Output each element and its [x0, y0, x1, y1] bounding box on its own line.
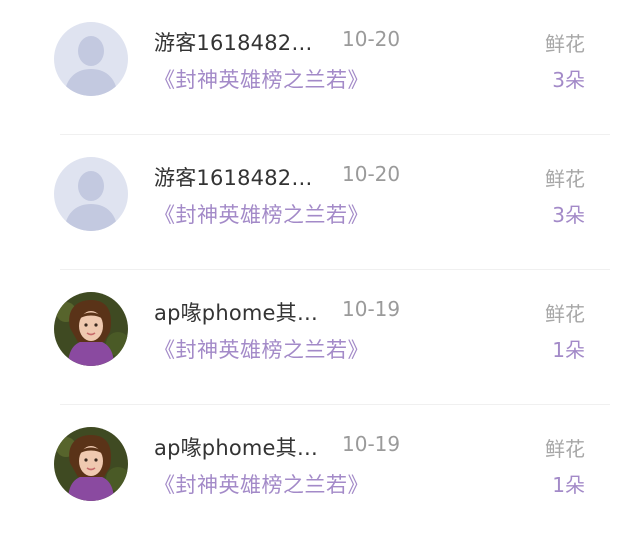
user-photo-avatar[interactable] [54, 427, 128, 501]
username[interactable]: 游客1618482… [154, 27, 313, 57]
gift-count: 1朵 [552, 338, 585, 362]
gift-record-row[interactable]: 游客1618482… 10-20 《封神英雄榜之兰若》 鲜花 3朵 [0, 0, 640, 135]
gift-date: 10-19 [342, 432, 401, 456]
book-title-link[interactable]: 《封神英雄榜之兰若》 [154, 334, 369, 364]
username[interactable]: ap喙phome其… [154, 297, 318, 327]
gift-date: 10-19 [342, 297, 401, 321]
default-avatar-icon[interactable] [54, 22, 128, 96]
gift-record-list: 游客1618482… 10-20 《封神英雄榜之兰若》 鲜花 3朵 游客1618… [0, 0, 640, 501]
gift-record-row[interactable]: ap喙phome其… 10-19 《封神英雄榜之兰若》 鲜花 1朵 [0, 270, 640, 405]
gift-type-label: 鲜花 [545, 167, 585, 191]
username[interactable]: ap喙phome其… [154, 432, 318, 462]
book-title-link[interactable]: 《封神英雄榜之兰若》 [154, 199, 369, 229]
gift-date: 10-20 [342, 162, 401, 186]
book-title-link[interactable]: 《封神英雄榜之兰若》 [154, 469, 369, 499]
gift-count: 3朵 [552, 68, 585, 92]
gift-count: 1朵 [552, 473, 585, 497]
gift-count: 3朵 [552, 203, 585, 227]
gift-date: 10-20 [342, 27, 401, 51]
gift-record-row[interactable]: ap喙phome其… 10-19 《封神英雄榜之兰若》 鲜花 1朵 [0, 405, 640, 540]
gift-type-label: 鲜花 [545, 32, 585, 56]
username[interactable]: 游客1618482… [154, 162, 313, 192]
gift-type-label: 鲜花 [545, 437, 585, 461]
gift-record-row[interactable]: 游客1618482… 10-20 《封神英雄榜之兰若》 鲜花 3朵 [0, 135, 640, 270]
user-photo-avatar[interactable] [54, 292, 128, 366]
book-title-link[interactable]: 《封神英雄榜之兰若》 [154, 64, 369, 94]
gift-type-label: 鲜花 [545, 302, 585, 326]
default-avatar-icon[interactable] [54, 157, 128, 231]
